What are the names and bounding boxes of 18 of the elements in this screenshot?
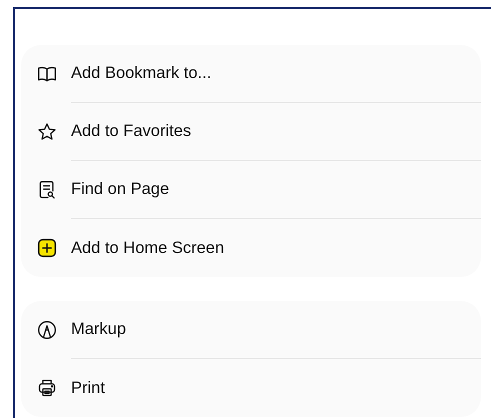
- menu-item[interactable]: Find on Page: [37, 161, 481, 219]
- menu-item[interactable]: Markup: [37, 301, 481, 359]
- menu-item[interactable]: Add to Favorites: [37, 103, 481, 161]
- printer-icon: [37, 378, 57, 398]
- find-page-icon: [37, 180, 57, 200]
- menu-item[interactable]: Print: [37, 359, 481, 417]
- add-square-icon: [37, 238, 57, 258]
- pen-circle-icon: [37, 320, 57, 340]
- menu-item-label: Print: [71, 378, 105, 399]
- menu-item-label: Add to Favorites: [71, 121, 192, 142]
- star-icon: [37, 122, 57, 142]
- menu-item-label: Add to Home Screen: [71, 238, 224, 259]
- menu-item[interactable]: Add to Home Screen: [37, 219, 481, 277]
- menu-item-label: Add Bookmark to...: [71, 63, 212, 84]
- book-icon: [37, 64, 57, 84]
- menu-item[interactable]: Add Bookmark to...: [37, 45, 481, 103]
- menu-item-label: Markup: [71, 319, 126, 340]
- menu-item-label: Find on Page: [71, 179, 170, 200]
